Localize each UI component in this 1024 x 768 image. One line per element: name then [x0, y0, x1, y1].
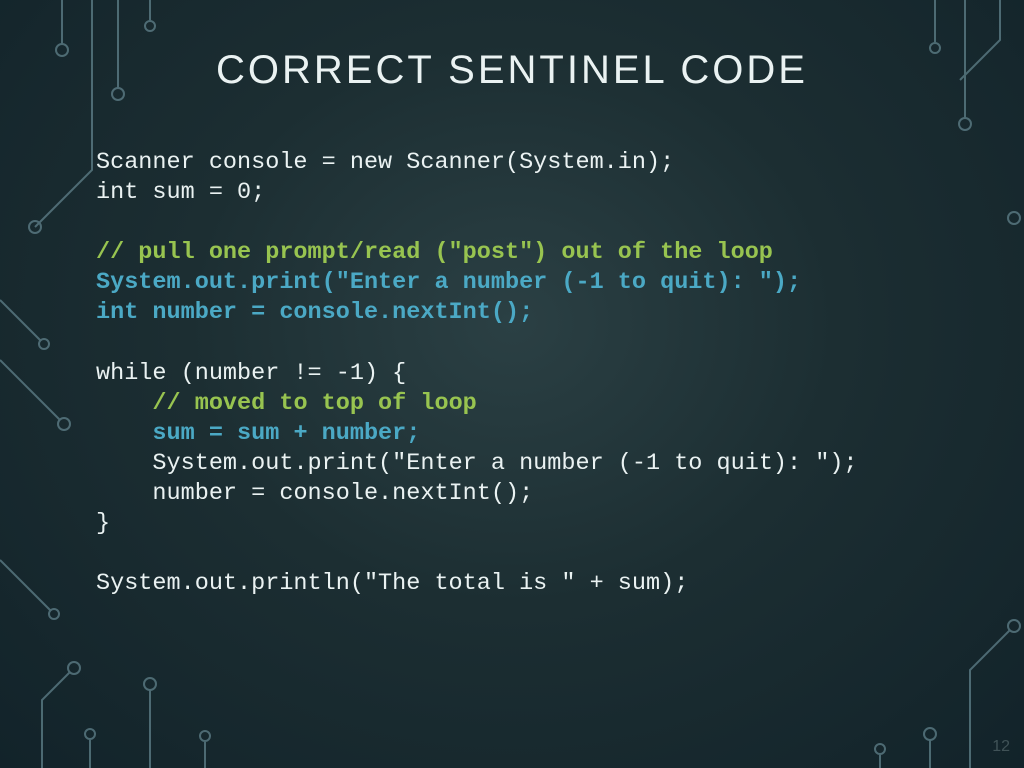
slide: CORRECT SENTINEL CODE Scanner console = … [0, 0, 1024, 768]
code-line: number = console.nextInt(); [96, 480, 533, 507]
code-line-highlight: sum = sum + number; [96, 420, 420, 447]
code-line: int sum = 0; [96, 179, 265, 206]
code-line-highlight: System.out.print("Enter a number (-1 to … [96, 269, 801, 296]
code-line: } [96, 510, 110, 537]
code-line-highlight: int number = console.nextInt(); [96, 299, 533, 326]
code-comment: // moved to top of loop [96, 390, 477, 417]
code-line: System.out.print("Enter a number (-1 to … [96, 450, 858, 477]
code-line: Scanner console = new Scanner(System.in)… [96, 149, 674, 176]
page-number: 12 [992, 738, 1010, 756]
slide-title: CORRECT SENTINEL CODE [0, 48, 1024, 93]
code-line: while (number != -1) { [96, 360, 406, 387]
code-comment: // pull one prompt/read ("post") out of … [96, 239, 773, 266]
code-line: System.out.println("The total is " + sum… [96, 570, 688, 597]
code-block: Scanner console = new Scanner(System.in)… [96, 148, 976, 599]
